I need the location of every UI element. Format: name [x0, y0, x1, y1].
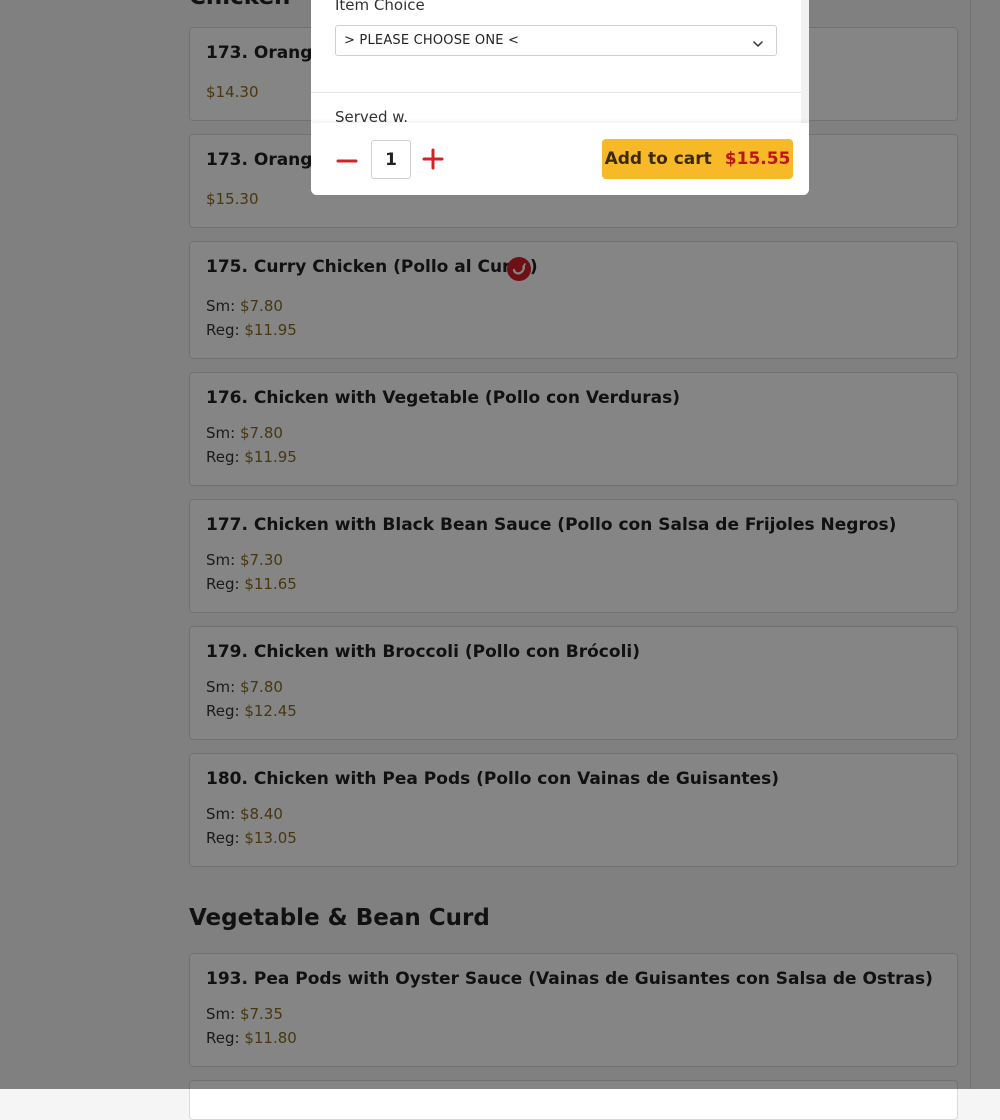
minus-icon[interactable] — [335, 149, 359, 173]
modal-divider — [311, 92, 801, 93]
add-to-cart-button[interactable]: Add to cart $15.55 — [602, 139, 793, 179]
add-to-cart-price: $15.55 — [724, 149, 791, 169]
modal-scrollbar[interactable] — [801, 0, 809, 123]
modal-footer: 1 Add to cart $15.55 — [311, 123, 809, 195]
chevron-down-icon — [752, 35, 764, 54]
item-choice-label: Item Choice — [335, 0, 425, 14]
plus-icon[interactable] — [421, 147, 445, 171]
add-to-cart-label: Add to cart — [604, 149, 712, 169]
quantity-input[interactable]: 1 — [371, 140, 411, 179]
item-choice-select-value: > PLEASE CHOOSE ONE < — [344, 33, 520, 48]
add-item-modal: Item Choice > PLEASE CHOOSE ONE < Served… — [311, 0, 809, 195]
item-choice-select[interactable]: > PLEASE CHOOSE ONE < — [335, 25, 777, 56]
